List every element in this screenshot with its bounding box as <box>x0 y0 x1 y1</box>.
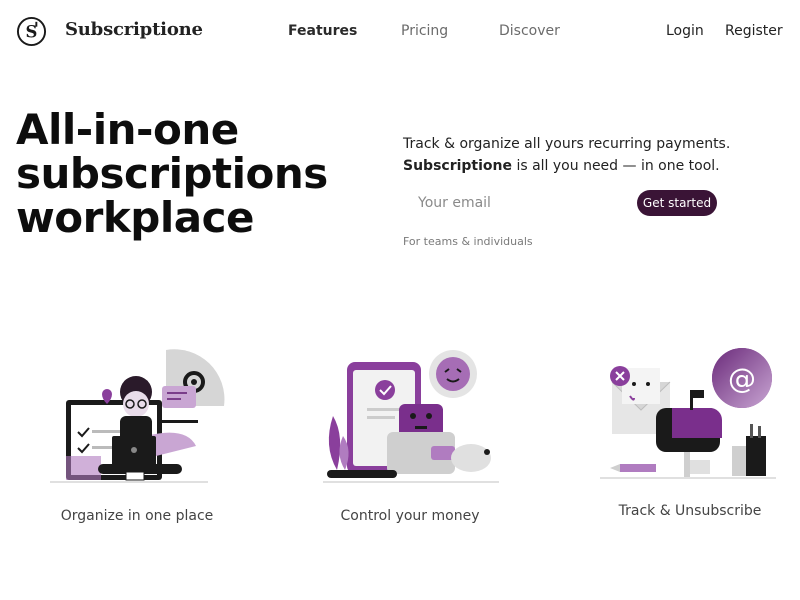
feature-label: Track & Unsubscribe <box>618 503 762 519</box>
logo-icon: S <box>16 16 47 47</box>
brand-name[interactable]: Subscriptione <box>65 19 203 40</box>
email-input[interactable] <box>403 188 631 218</box>
top-navigation: S Subscriptione Features Pricing Discove… <box>0 0 800 64</box>
hero-title-line: subscriptions <box>16 149 328 198</box>
tagline-rest: is all you need — in one tool. <box>512 158 720 174</box>
feature-control-money: Control your money <box>323 346 503 524</box>
tagline-line: Track & organize all yours recurring pay… <box>403 136 731 152</box>
nav-link-pricing[interactable]: Pricing <box>401 23 448 39</box>
signup-form: Get started <box>403 188 723 218</box>
feature-track-unsubscribe: @ Track & Unsubscribe <box>600 346 780 519</box>
login-link[interactable]: Login <box>666 23 704 39</box>
tagline-brand: Subscriptione <box>403 158 512 174</box>
mail-unsubscribe-icon: @ <box>600 348 776 479</box>
hero-title-line: workplace <box>16 193 254 242</box>
get-started-button[interactable]: Get started <box>637 190 717 216</box>
nav-link-discover[interactable]: Discover <box>499 23 560 39</box>
logo[interactable]: S <box>16 16 47 47</box>
phone-wallet-piggy-icon <box>323 350 499 483</box>
audience-note: For teams & individuals <box>403 235 533 248</box>
hero-title: All-in-one subscriptions workplace <box>16 108 356 240</box>
svg-text:@: @ <box>728 362 756 395</box>
tagline-line: Subscriptione is all you need — in one t… <box>403 155 783 177</box>
feature-label: Organize in one place <box>60 508 214 524</box>
feature-label: Control your money <box>340 508 480 524</box>
person-with-laptop-icon <box>50 349 225 483</box>
hero-title-line: All-in-one <box>16 105 239 154</box>
feature-organize: Organize in one place <box>46 346 228 524</box>
hero-tagline: Track & organize all yours recurring pay… <box>403 133 783 177</box>
nav-link-features[interactable]: Features <box>288 23 357 39</box>
register-link[interactable]: Register <box>725 23 783 39</box>
